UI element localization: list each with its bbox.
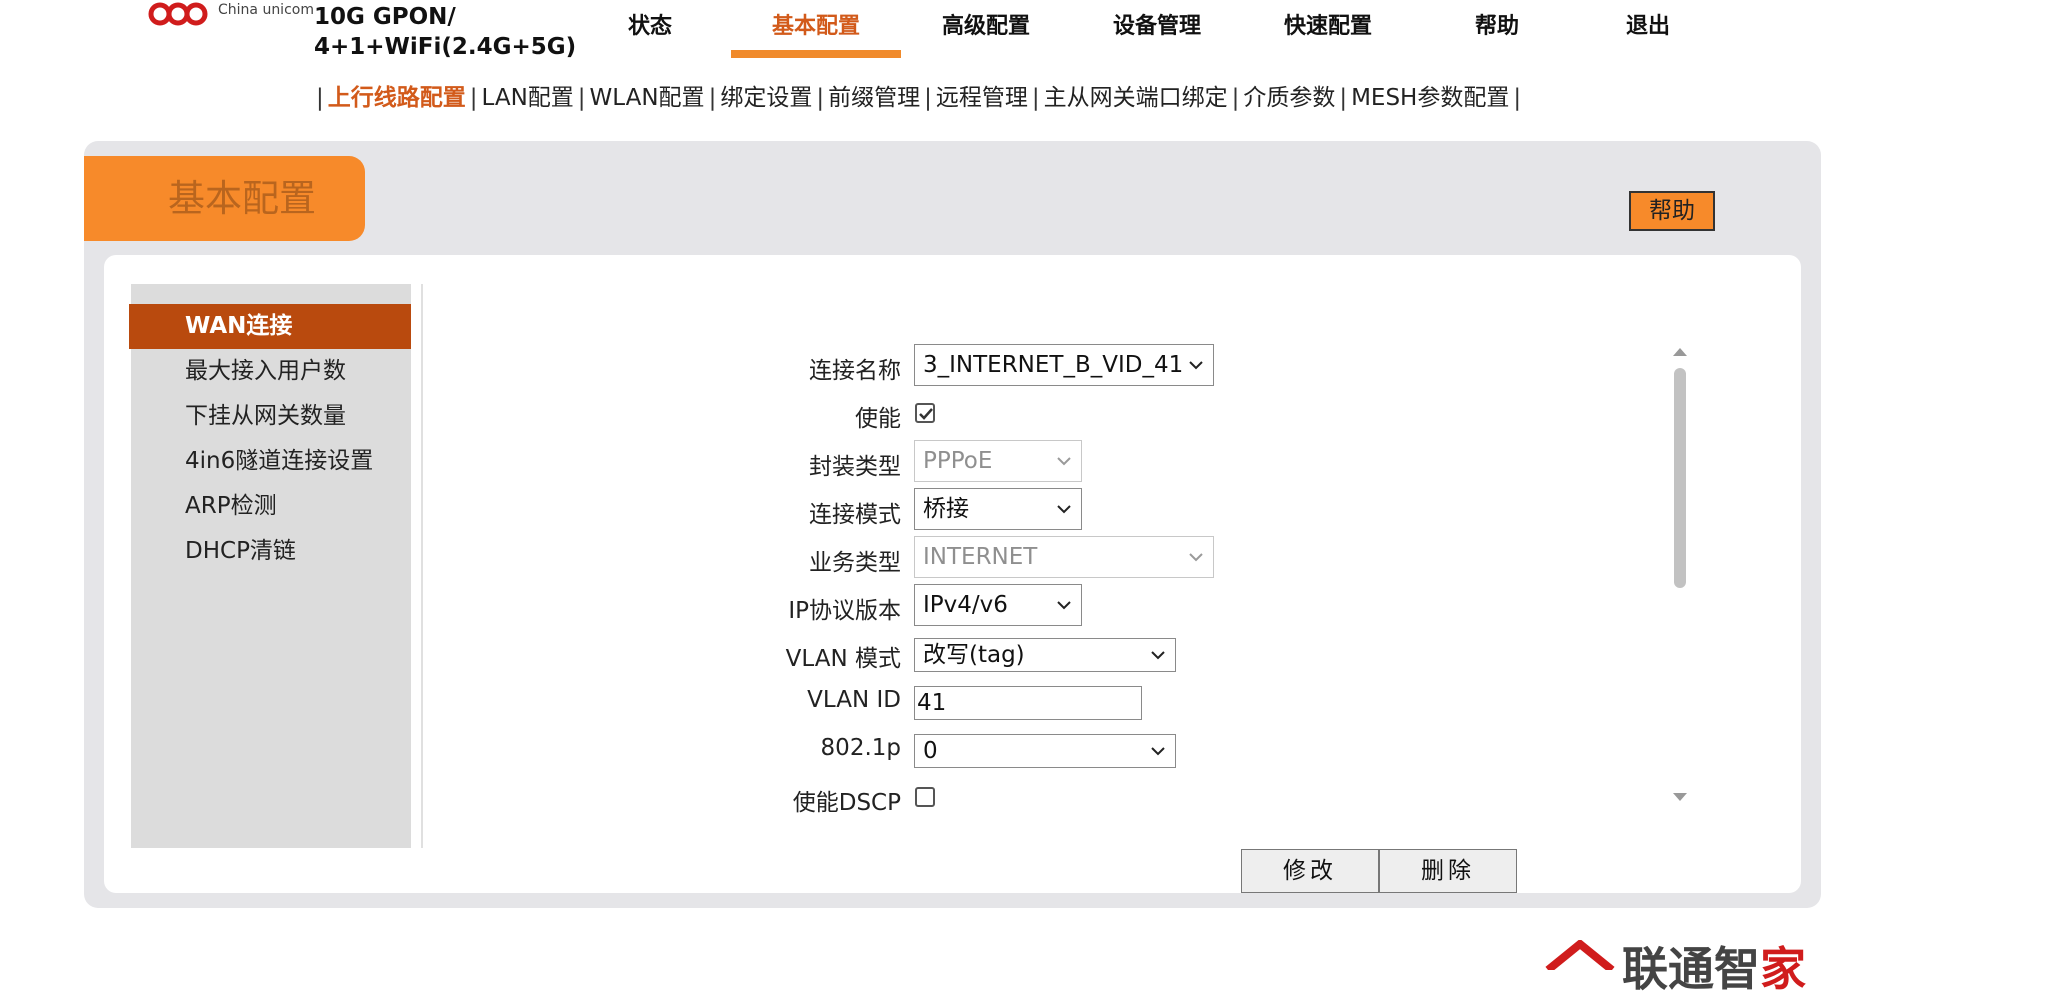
chevron-down-icon — [1189, 361, 1203, 370]
nav-help[interactable]: 帮助 — [1412, 12, 1582, 42]
subnav-separator: | — [1231, 85, 1240, 111]
sidebar-item-slave-gateway-count[interactable]: 下挂从网关数量 — [129, 394, 411, 439]
logo-text: China unicom — [218, 2, 314, 18]
enable-checkbox[interactable] — [915, 403, 935, 423]
chevron-down-icon — [1057, 601, 1071, 610]
service-type-value: INTERNET — [923, 544, 1038, 570]
nav-advanced-config[interactable]: 高级配置 — [901, 12, 1071, 42]
dot1p-value: 0 — [923, 738, 938, 764]
vlan-mode-value: 改写(tag) — [923, 642, 1025, 668]
scrollbar-thumb[interactable] — [1674, 368, 1686, 588]
scroll-down-arrow-icon[interactable] — [1671, 791, 1689, 803]
vlan-id-label: VLAN ID — [807, 687, 901, 713]
subnav-separator: | — [924, 85, 932, 111]
product-line-2: 4+1+WiFi(2.4G+5G) — [314, 34, 577, 60]
vlan-id-input[interactable]: 41 — [914, 686, 1142, 720]
chevron-down-icon — [1189, 553, 1203, 562]
sidebar-item-arp-detection[interactable]: ARP检测 — [129, 484, 411, 529]
subnav-remote-management[interactable]: 远程管理 — [936, 85, 1028, 111]
chevron-down-icon — [1151, 747, 1165, 756]
nav-logout[interactable]: 退出 — [1563, 12, 1733, 42]
subnav-separator: | — [577, 85, 586, 111]
service-type-label: 业务类型 — [809, 550, 901, 576]
brand-text-main: 联通智 — [1622, 942, 1760, 996]
subnav-gateway-port-binding[interactable]: 主从网关端口绑定 — [1044, 85, 1228, 111]
dot1p-label: 802.1p — [820, 735, 901, 761]
subnav-wlan-config[interactable]: WLAN配置 — [590, 85, 705, 111]
connection-name-select[interactable]: 3_INTERNET_B_VID_41 — [914, 344, 1214, 386]
brand-text-accent: 家 — [1760, 942, 1806, 996]
sidebar-item-max-users[interactable]: 最大接入用户数 — [129, 349, 411, 394]
subnav-mesh-config[interactable]: MESH参数配置 — [1351, 85, 1509, 111]
sidebar-divider — [421, 284, 423, 848]
enable-dscp-checkbox[interactable] — [915, 787, 935, 807]
subnav-lan-config[interactable]: LAN配置 — [482, 85, 574, 111]
dot1p-select[interactable]: 0 — [914, 734, 1176, 768]
product-line-1: 10G GPON/ — [314, 4, 456, 30]
encap-type-value: PPPoE — [923, 448, 993, 474]
ip-version-label: IP协议版本 — [788, 598, 901, 624]
subnav-prefix-management[interactable]: 前缀管理 — [828, 85, 920, 111]
subnav-separator: | — [469, 85, 478, 111]
vlan-mode-select[interactable]: 改写(tag) — [914, 638, 1176, 672]
sidebar-item-dhcp-clear[interactable]: DHCP清链 — [129, 529, 411, 574]
enable-label: 使能 — [855, 406, 901, 432]
conn-mode-value: 桥接 — [923, 496, 969, 522]
nav-quick-config[interactable]: 快速配置 — [1243, 12, 1413, 42]
help-button[interactable]: 帮助 — [1629, 191, 1715, 231]
encap-type-label: 封装类型 — [809, 454, 901, 480]
enable-dscp-label: 使能DSCP — [792, 790, 901, 816]
subnav-separator: | — [816, 85, 825, 111]
sub-nav: | 上行线路配置 | LAN配置 | WLAN配置 | 绑定设置 | 前缀管理 | 远程管理 | 主从网关… — [312, 78, 1525, 112]
subnav-separator: | — [1031, 85, 1040, 111]
conn-mode-label: 连接模式 — [809, 502, 901, 528]
service-type-select[interactable]: INTERNET — [914, 536, 1214, 578]
nav-basic-config[interactable]: 基本配置 — [731, 12, 901, 42]
delete-button[interactable]: 删除 — [1379, 849, 1517, 893]
chevron-down-icon — [1057, 505, 1071, 514]
scroll-up-arrow-icon[interactable] — [1671, 346, 1689, 358]
chevron-down-icon — [1057, 457, 1071, 466]
chevron-down-icon — [1151, 651, 1165, 660]
subnav-separator: | — [708, 85, 717, 111]
ip-version-select[interactable]: IPv4/v6 — [914, 584, 1082, 626]
subnav-uplink-config[interactable]: 上行线路配置 — [328, 85, 466, 111]
subnav-binding-settings[interactable]: 绑定设置 — [720, 85, 812, 111]
nav-status[interactable]: 状态 — [565, 12, 735, 42]
unicom-home-logo-icon — [1545, 940, 1615, 970]
nav-active-underline — [731, 50, 901, 58]
product-name: 10G GPON/ 4+1+WiFi(2.4G+5G) — [314, 2, 576, 62]
connection-name-label: 连接名称 — [809, 358, 901, 384]
checkmark-icon — [919, 408, 933, 420]
nav-device-management[interactable]: 设备管理 — [1072, 12, 1242, 42]
panel-title: 基本配置 — [168, 177, 316, 220]
modify-button[interactable]: 修改 — [1241, 849, 1379, 893]
subnav-separator: | — [1513, 85, 1522, 111]
subnav-separator: | — [1339, 85, 1348, 111]
encap-type-select[interactable]: PPPoE — [914, 440, 1082, 482]
ip-version-value: IPv4/v6 — [923, 592, 1008, 618]
vlan-mode-label: VLAN 模式 — [785, 646, 901, 672]
connection-name-value: 3_INTERNET_B_VID_41 — [923, 352, 1184, 378]
subnav-medium-params[interactable]: 介质参数 — [1243, 85, 1335, 111]
sidebar-item-wan-connection[interactable]: WAN连接 — [129, 304, 411, 349]
sidebar-item-4in6-tunnel[interactable]: 4in6隧道连接设置 — [129, 439, 411, 484]
conn-mode-select[interactable]: 桥接 — [914, 488, 1082, 530]
brand-text: 联通智家 — [1622, 944, 1806, 994]
subnav-separator: | — [316, 85, 324, 111]
